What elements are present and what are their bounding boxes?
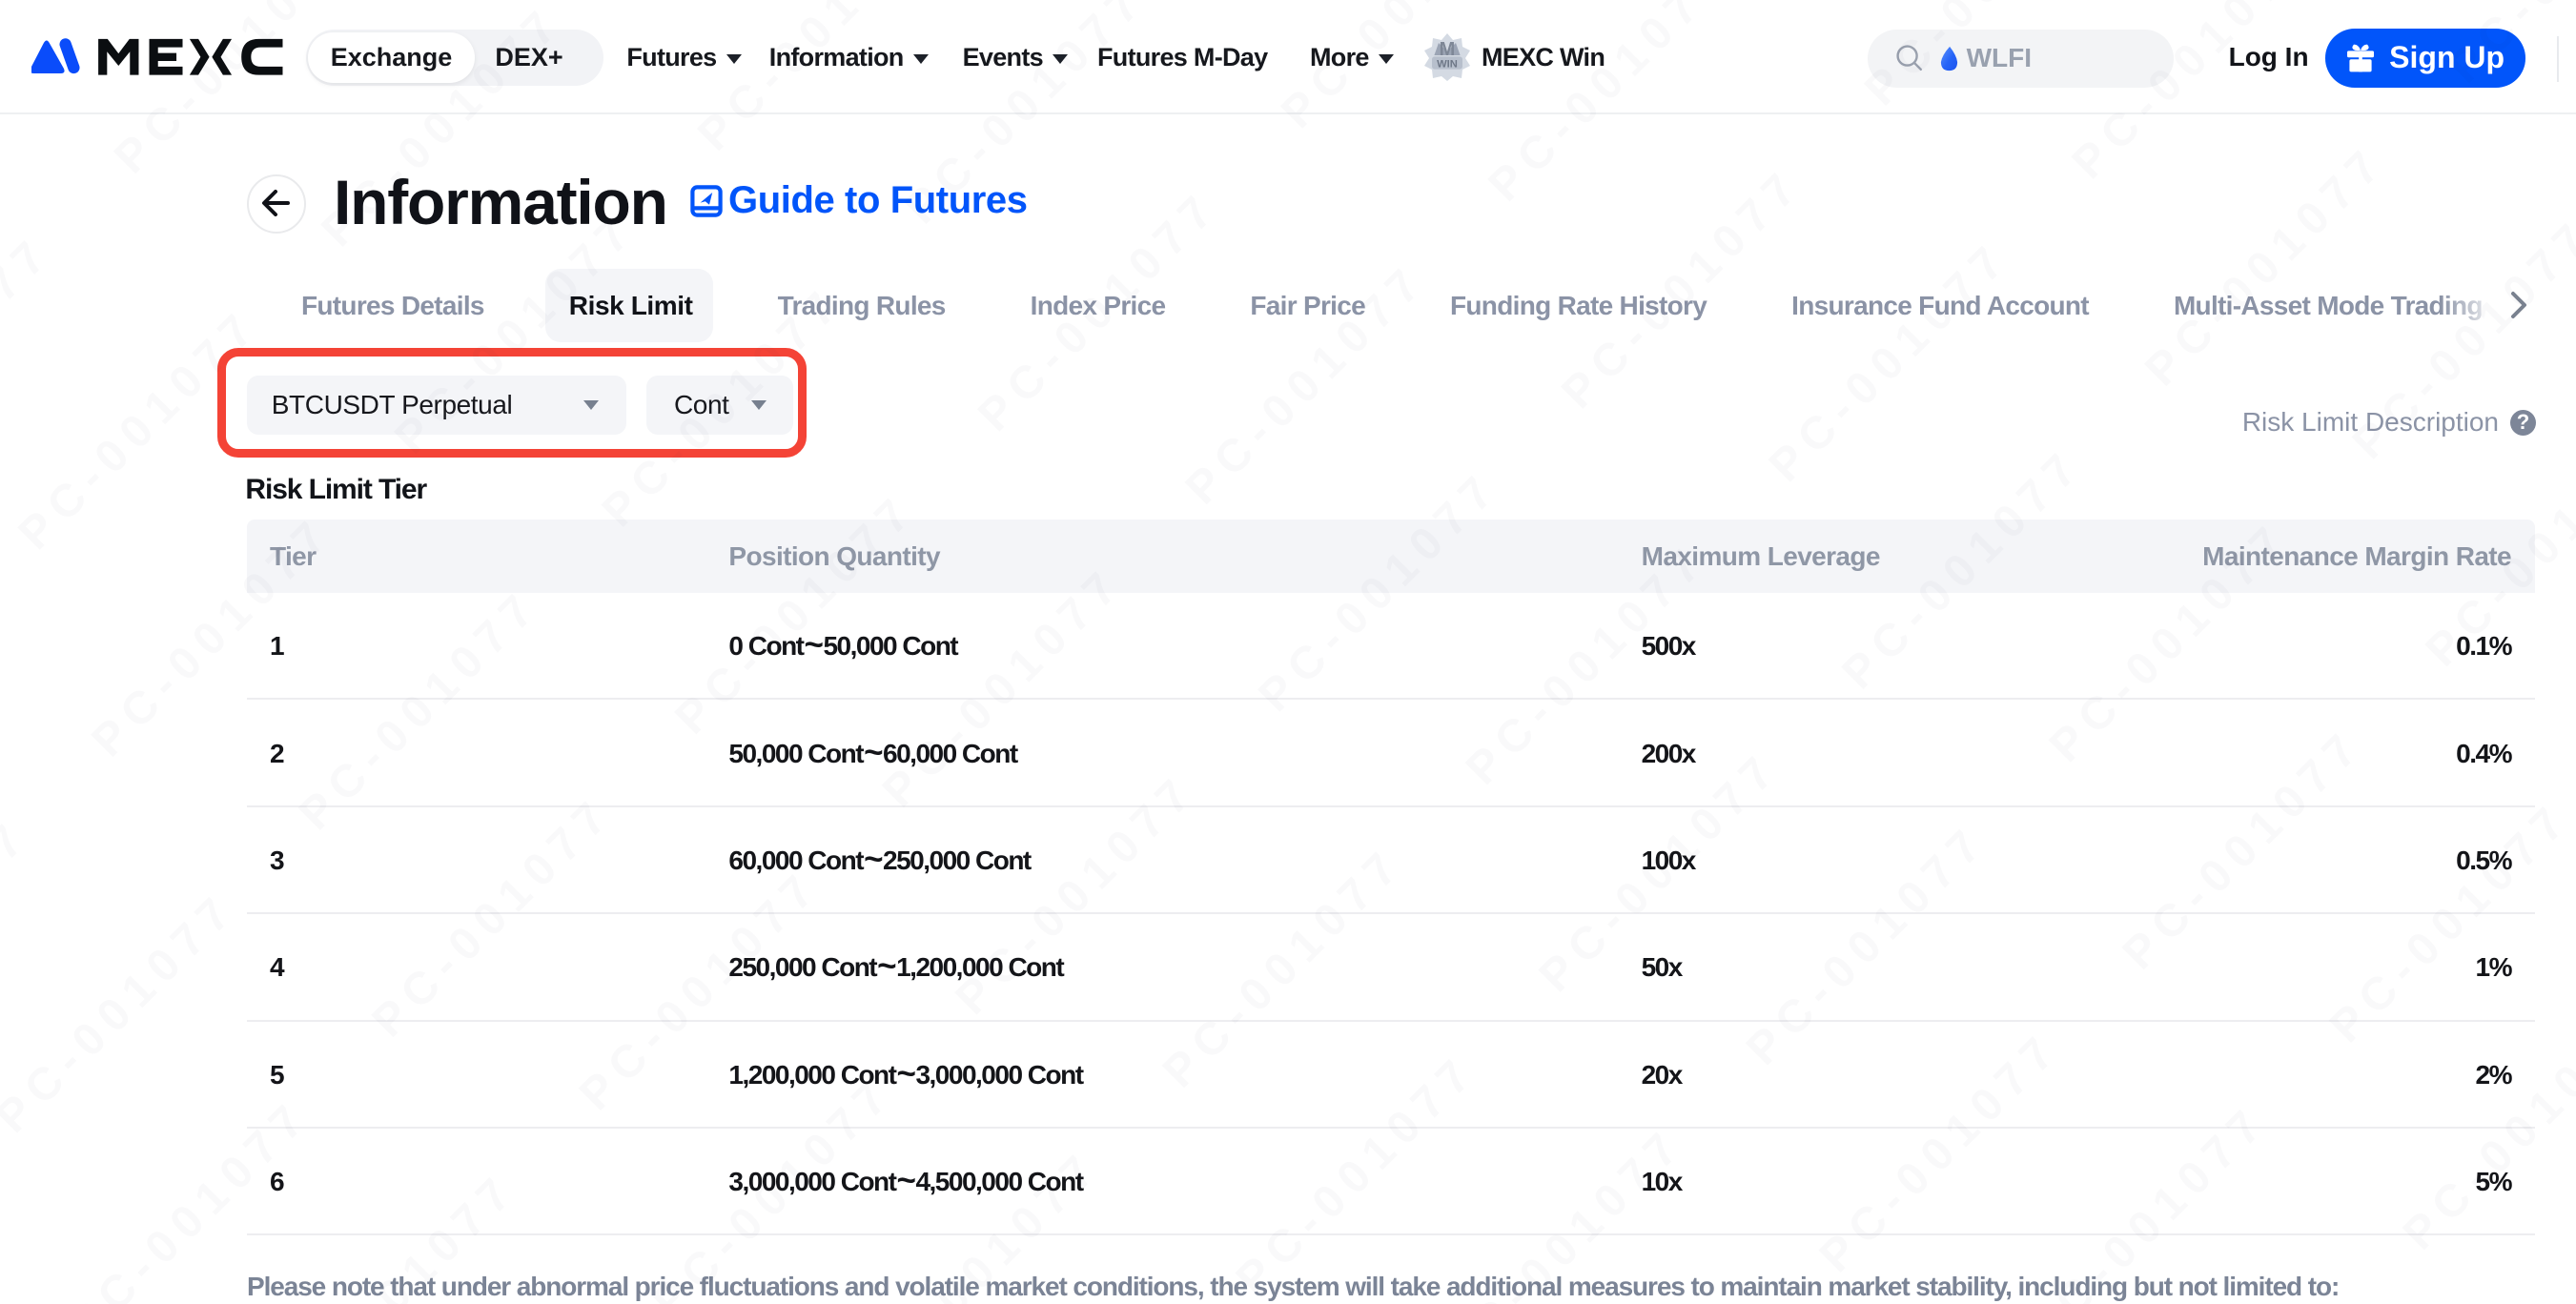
- svg-text:M: M: [1439, 39, 1455, 60]
- svg-text:WIN: WIN: [1437, 58, 1458, 70]
